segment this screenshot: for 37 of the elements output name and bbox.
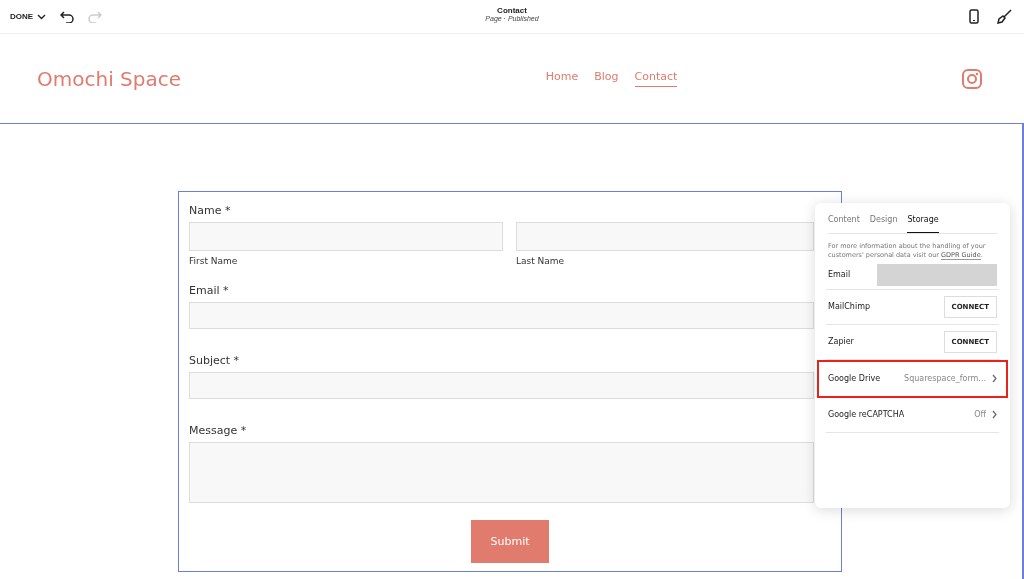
field-caption: Last Name [516,256,566,266]
row-label: Email [828,270,851,280]
row-label: MailChimp [828,302,870,312]
chevron-right-icon[interactable] [992,410,997,420]
row-value: Squarespace_form... [904,374,986,384]
site-logo[interactable]: Omochi Space [37,66,181,91]
redo-icon[interactable] [88,10,103,23]
panel-tab[interactable]: Storage [907,211,939,233]
row-label: Google reCAPTCHA [828,410,905,420]
field-label: Subject * [189,354,241,367]
page-title: Contact [497,6,527,15]
row-value: Off [974,410,986,420]
row-label: Google Drive [828,374,881,384]
nav-link[interactable]: Contact [634,70,678,87]
submit-button[interactable]: Submit [471,520,549,563]
row-label: Zapier [828,337,854,347]
nav-link[interactable]: Home [545,70,579,87]
paintbrush-icon[interactable] [997,9,1012,24]
done-button[interactable]: DONE [10,10,47,23]
panel-tab[interactable]: Design [869,211,898,233]
nav-link[interactable]: Blog [594,70,619,87]
first-name-field[interactable] [189,222,503,251]
field-label: Email * [189,284,230,297]
field-label: Message * [189,424,248,437]
email-field[interactable] [877,263,997,286]
text-field[interactable] [189,372,814,399]
chevron-right-icon[interactable] [992,374,997,384]
field-label: Name * [189,204,232,217]
mobile-phone-icon[interactable] [969,9,979,24]
instagram-icon[interactable] [962,68,982,89]
undo-icon[interactable] [60,10,75,23]
message-field[interactable] [189,442,814,503]
chevron-down-icon [37,13,47,20]
field-caption: First Name [189,256,239,266]
last-name-field[interactable] [516,222,814,251]
panel-tab[interactable]: Content [828,211,860,233]
text-field[interactable] [189,302,814,329]
